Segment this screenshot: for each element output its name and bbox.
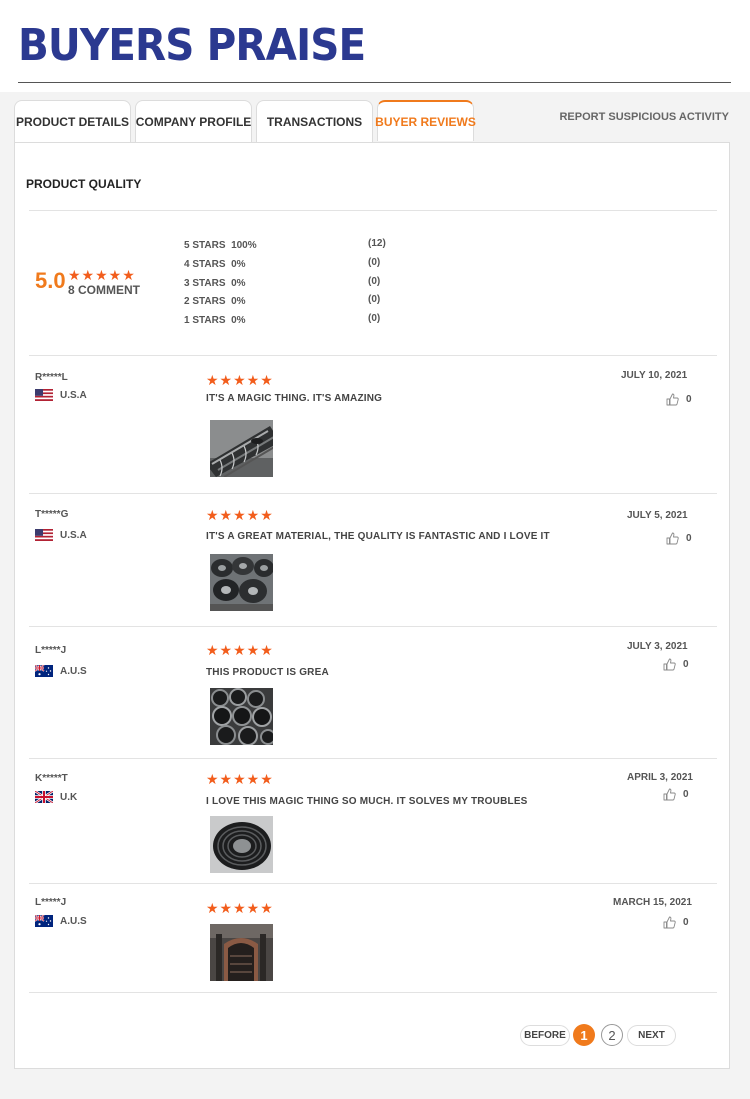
like-button[interactable]: 0: [663, 916, 689, 929]
spiral-duct-photo[interactable]: [210, 420, 273, 477]
tab-buyer-reviews[interactable]: BUYER REVIEWS: [375, 100, 476, 141]
distribution-label: 3 STARS: [184, 278, 226, 289]
pagination-before-button[interactable]: BEFORE: [520, 1025, 570, 1046]
reviewer-name: T*****G: [35, 509, 69, 520]
tab-company-profile[interactable]: COMPANY PROFILE: [135, 100, 252, 142]
thumbs-up-icon: [663, 788, 676, 801]
review-date: MARCH 15, 2021: [613, 897, 692, 908]
average-star-rating: ★★★★★: [68, 267, 136, 283]
distribution-percent: 0%: [231, 278, 246, 289]
pagination-next-button[interactable]: NEXT: [627, 1025, 676, 1046]
distribution-percent: 100%: [231, 240, 257, 251]
reviewer-name: L*****J: [35, 645, 67, 656]
product-quality-heading: PRODUCT QUALITY: [26, 177, 142, 191]
like-count: 0: [686, 394, 692, 405]
tab-transactions[interactable]: TRANSACTIONS: [256, 100, 373, 142]
divider: [29, 210, 717, 211]
like-button[interactable]: 0: [666, 532, 692, 545]
divider: [29, 626, 717, 627]
pagination-page-2[interactable]: 2: [601, 1024, 623, 1046]
review-star-rating: ★★★★★: [206, 507, 274, 523]
like-count: 0: [683, 789, 689, 800]
header-divider: [18, 82, 731, 83]
uk-flag-icon: [35, 791, 53, 803]
distribution-label: 1 STARS: [184, 315, 226, 326]
thumbs-up-icon: [663, 658, 676, 671]
country-name: A.U.S: [60, 915, 87, 927]
review-star-rating: ★★★★★: [206, 372, 274, 388]
like-button[interactable]: 0: [663, 658, 689, 671]
divider: [29, 758, 717, 759]
distribution-count: (12): [368, 238, 386, 249]
rating-distribution-row: 4 STARS 0% (0): [184, 257, 404, 273]
like-count: 0: [683, 917, 689, 928]
thumbs-up-icon: [666, 532, 679, 545]
distribution-label: 5 STARS: [184, 240, 226, 251]
like-button[interactable]: 0: [663, 788, 689, 801]
review-text: IT'S A GREAT MATERIAL, THE QUALITY IS FA…: [206, 531, 550, 542]
tab-product-details[interactable]: PRODUCT DETAILS: [14, 100, 131, 142]
us-flag-icon: [35, 389, 53, 401]
reviewer-country: A.U.S: [35, 664, 87, 678]
reviewer-country: A.U.S: [35, 914, 87, 928]
page-header: BUYERS PRAISE: [0, 0, 750, 92]
rating-distribution-row: 3 STARS 0% (0): [184, 276, 404, 292]
country-name: U.S.A: [60, 389, 87, 401]
pipe-stack-photo[interactable]: [210, 688, 273, 745]
rating-distribution-row: 5 STARS 100% (12): [184, 238, 404, 254]
au-flag-icon: [35, 915, 53, 927]
review-star-rating: ★★★★★: [206, 642, 274, 658]
pipe-coils-photo[interactable]: [210, 554, 273, 611]
distribution-count: (0): [368, 257, 381, 268]
review-date: APRIL 3, 2021: [627, 772, 693, 783]
distribution-label: 2 STARS: [184, 296, 226, 307]
review-text: THIS PRODUCT IS GREA: [206, 667, 329, 678]
thumbs-up-icon: [666, 393, 679, 406]
us-flag-icon: [35, 529, 53, 541]
report-suspicious-activity-link[interactable]: REPORT SUSPICIOUS ACTIVITY: [559, 111, 729, 123]
distribution-count: (0): [368, 313, 381, 324]
distribution-percent: 0%: [231, 259, 246, 270]
review-date: JULY 3, 2021: [627, 641, 688, 652]
like-count: 0: [683, 659, 689, 670]
divider: [29, 493, 717, 494]
like-count: 0: [686, 533, 692, 544]
rating-distribution-row: 1 STARS 0% (0): [184, 313, 404, 329]
reviewer-country: U.S.A: [35, 528, 87, 542]
reviewer-name: K*****T: [35, 773, 68, 784]
country-name: A.U.S: [60, 665, 87, 677]
review-text: IT'S A MAGIC THING. IT'S AMAZING: [206, 393, 383, 404]
thumbs-up-icon: [663, 916, 676, 929]
like-button[interactable]: 0: [666, 393, 692, 406]
country-name: U.K: [60, 791, 78, 803]
au-flag-icon: [35, 665, 53, 677]
page-title: BUYERS PRAISE: [18, 20, 366, 71]
reviewer-country: U.S.A: [35, 388, 87, 402]
country-name: U.S.A: [60, 529, 87, 541]
review-date: JULY 10, 2021: [621, 370, 688, 381]
rating-distribution-row: 2 STARS 0% (0): [184, 294, 404, 310]
pagination-page-1[interactable]: 1: [573, 1024, 595, 1046]
distribution-count: (0): [368, 276, 381, 287]
distribution-count: (0): [368, 294, 381, 305]
reviewer-name: R*****L: [35, 372, 68, 383]
distribution-percent: 0%: [231, 296, 246, 307]
divider: [29, 992, 717, 993]
reviewer-name: L*****J: [35, 897, 67, 908]
review-text: I LOVE THIS MAGIC THING SO MUCH. IT SOLV…: [206, 796, 528, 807]
review-date: JULY 5, 2021: [627, 510, 688, 521]
divider: [29, 883, 717, 884]
workshop-pipe-photo[interactable]: [210, 924, 273, 981]
comment-count: 8 COMMENT: [68, 283, 140, 297]
distribution-percent: 0%: [231, 315, 246, 326]
review-star-rating: ★★★★★: [206, 900, 274, 916]
average-rating: 5.0: [35, 268, 66, 293]
divider: [29, 355, 717, 356]
hose-coil-photo[interactable]: [210, 816, 273, 873]
review-star-rating: ★★★★★: [206, 771, 274, 787]
distribution-label: 4 STARS: [184, 259, 226, 270]
reviewer-country: U.K: [35, 790, 77, 804]
